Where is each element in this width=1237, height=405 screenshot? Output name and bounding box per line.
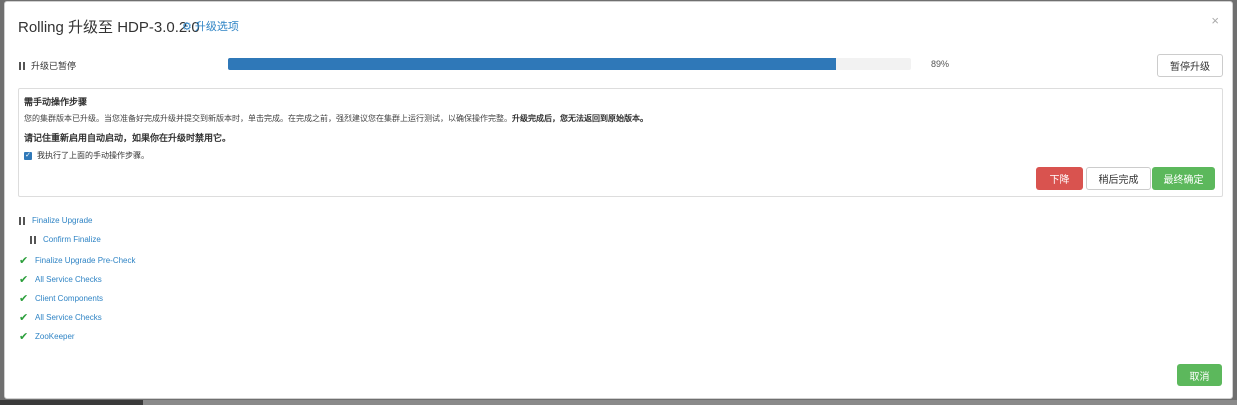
manual-step-body: 您的集群版本已升级。当您准备好完成升级并提交到新版本时，单击完成。在完成之前，强… bbox=[24, 113, 648, 124]
downgrade-button[interactable]: 下降 bbox=[1036, 167, 1083, 190]
gears-icon: ⚙ bbox=[182, 20, 192, 33]
task-item[interactable]: ✔ All Service Checks bbox=[19, 311, 102, 324]
task-label: Confirm Finalize bbox=[43, 235, 101, 244]
task-item[interactable]: ✔ Finalize Upgrade Pre-Check bbox=[19, 254, 136, 267]
task-label: Finalize Upgrade Pre-Check bbox=[35, 256, 136, 265]
task-label: ZooKeeper bbox=[35, 332, 75, 341]
page-backdrop bbox=[0, 400, 1237, 405]
progress-percent: 89% bbox=[931, 59, 950, 69]
pause-icon bbox=[19, 216, 25, 225]
task-item[interactable]: Finalize Upgrade bbox=[19, 216, 92, 225]
confirm-checkbox[interactable]: ✓ bbox=[24, 151, 32, 160]
pause-icon bbox=[19, 61, 25, 70]
confirm-checkbox-label: 我执行了上面的手动操作步骤。 bbox=[37, 151, 149, 160]
pause-icon bbox=[30, 235, 36, 244]
task-item[interactable]: ✔ ZooKeeper bbox=[19, 330, 75, 343]
backdrop-dark-segment bbox=[0, 400, 143, 405]
check-icon: ✔ bbox=[19, 274, 29, 286]
status-label: 升级已暂停 bbox=[31, 61, 77, 71]
progress-bar bbox=[228, 58, 911, 70]
upgrade-modal: Rolling 升级至 HDP-3.0.2.0 ⚙ 升级选项 × 升级已暂停 8… bbox=[4, 1, 1233, 399]
close-icon[interactable]: × bbox=[1211, 13, 1219, 28]
task-label: All Service Checks bbox=[35, 275, 102, 284]
task-item[interactable]: ✔ All Service Checks bbox=[19, 273, 102, 286]
finalize-later-button[interactable]: 稍后完成 bbox=[1086, 167, 1151, 190]
manual-step-title: 需手动操作步骤 bbox=[24, 97, 88, 107]
upgrade-options-link[interactable]: ⚙ 升级选项 bbox=[182, 18, 239, 34]
cancel-button[interactable]: 取消 bbox=[1177, 364, 1222, 386]
manual-step-bold: 升级完成后，您无法返回到原始版本。 bbox=[512, 114, 648, 123]
manual-step-warning: 请记住重新启用自动启动，如果你在升级时禁用它。 bbox=[24, 133, 232, 143]
check-icon: ✔ bbox=[19, 331, 29, 343]
upgrade-options-label: 升级选项 bbox=[194, 21, 239, 33]
manual-step-text: 您的集群版本已升级。当您准备好完成升级并提交到新版本时，单击完成。在完成之前，强… bbox=[24, 114, 512, 123]
check-icon: ✔ bbox=[19, 312, 29, 324]
task-item[interactable]: ✔ Client Components bbox=[19, 292, 103, 305]
upgrade-status: 升级已暂停 bbox=[19, 59, 76, 72]
task-item[interactable]: Confirm Finalize bbox=[30, 235, 101, 244]
manual-step-confirm[interactable]: ✓ 我执行了上面的手动操作步骤。 bbox=[24, 150, 149, 161]
finalize-button[interactable]: 最终确定 bbox=[1152, 167, 1215, 190]
task-label: Client Components bbox=[35, 294, 104, 303]
check-icon: ✔ bbox=[19, 293, 29, 305]
progress-fill bbox=[228, 58, 836, 70]
check-icon: ✔ bbox=[19, 255, 29, 267]
task-label: All Service Checks bbox=[35, 313, 102, 322]
modal-title: Rolling 升级至 HDP-3.0.2.0 bbox=[18, 19, 200, 36]
pause-upgrade-button[interactable]: 暂停升级 bbox=[1157, 54, 1223, 77]
task-label: Finalize Upgrade bbox=[32, 216, 93, 225]
